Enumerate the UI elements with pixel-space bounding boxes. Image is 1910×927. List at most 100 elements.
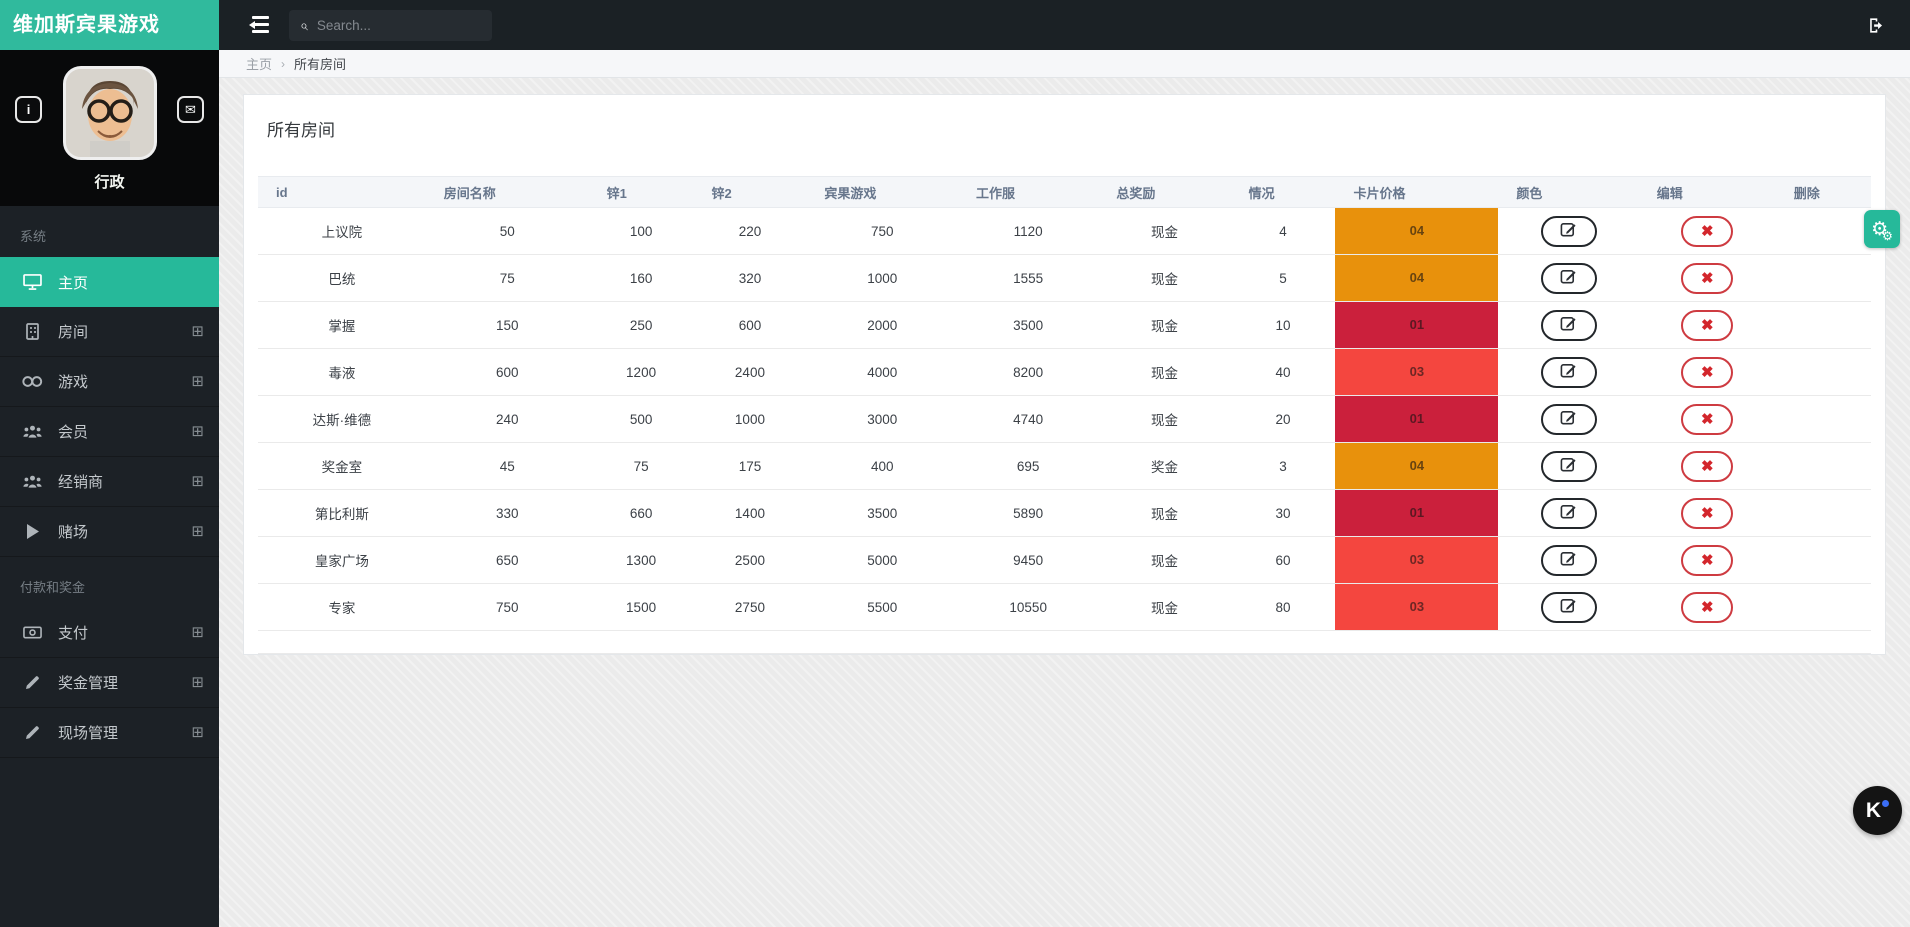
sidebar-item-会员[interactable]: 会员⊞ <box>0 407 219 457</box>
delete-button[interactable]: ✖ <box>1681 310 1733 341</box>
expand-plus-icon[interactable]: ⊞ <box>191 374 204 389</box>
delete-x-icon: ✖ <box>1701 269 1714 287</box>
sidebar-item-label: 赌场 <box>58 521 88 542</box>
value-cell: 2000 <box>806 302 958 349</box>
edit-button[interactable] <box>1541 498 1597 529</box>
sidebar-item-奖金管理[interactable]: 奖金管理⊞ <box>0 658 219 708</box>
edit-cell <box>1498 302 1638 349</box>
edit-button[interactable] <box>1541 263 1597 294</box>
logout-icon[interactable] <box>1867 16 1886 35</box>
room-name-cell: 上议院 <box>258 208 426 255</box>
expand-plus-icon[interactable]: ⊞ <box>191 725 204 740</box>
breadcrumb-home[interactable]: 主页 <box>246 54 272 73</box>
edit-button[interactable] <box>1541 451 1597 482</box>
value-cell: 750 <box>806 208 958 255</box>
column-header-颜色: 颜色 <box>1498 177 1638 208</box>
expand-plus-icon[interactable]: ⊞ <box>191 424 204 439</box>
breadcrumb-separator-icon: › <box>281 57 285 71</box>
search-input[interactable] <box>317 18 467 33</box>
table-row: 皇家广场6501300250050009450现金6003✖ <box>258 537 1871 584</box>
sidebar-item-支付[interactable]: 支付⊞ <box>0 608 219 658</box>
edit-icon <box>1560 268 1577 288</box>
card-price-cell: 04 <box>1335 443 1498 490</box>
sidebar-item-label: 房间 <box>58 321 88 342</box>
delete-button[interactable]: ✖ <box>1681 404 1733 435</box>
column-header-锌2: 锌2 <box>694 177 807 208</box>
delete-button[interactable]: ✖ <box>1681 357 1733 388</box>
expand-plus-icon[interactable]: ⊞ <box>191 675 204 690</box>
sidebar-item-房间[interactable]: 房间 ⊞ <box>0 307 219 357</box>
edit-cell <box>1498 396 1638 443</box>
value-cell: 现金 <box>1098 349 1230 396</box>
column-header-总奖励: 总奖励 <box>1098 177 1230 208</box>
delete-button[interactable]: ✖ <box>1681 263 1733 294</box>
value-cell: 240 <box>426 396 589 443</box>
sidebar-toggle-icon[interactable] <box>245 16 269 34</box>
edit-button[interactable] <box>1541 404 1597 435</box>
desktop-icon <box>21 274 43 290</box>
sidebar-item-赌场[interactable]: 赌场 ⊞ <box>0 507 219 557</box>
app-window: 维加斯宾果游戏 i ✉ 行政 系统主页房间⊞游戏⊞会员⊞经销商⊞赌场⊞ <box>0 0 1910 927</box>
delete-cell: ✖ <box>1639 349 1776 396</box>
delete-button[interactable]: ✖ <box>1681 498 1733 529</box>
edit-icon <box>1560 456 1577 476</box>
value-cell: 500 <box>589 396 694 443</box>
edit-button[interactable] <box>1541 592 1597 623</box>
delete-x-icon: ✖ <box>1701 457 1714 475</box>
settings-panel-button[interactable]: ⚙ ⚙ <box>1864 210 1900 248</box>
card-price-cell: 03 <box>1335 584 1498 631</box>
room-name-cell: 奖金室 <box>258 443 426 490</box>
room-name-cell: 掌握 <box>258 302 426 349</box>
card-price-cell: 03 <box>1335 537 1498 584</box>
expand-plus-icon[interactable]: ⊞ <box>191 625 204 640</box>
value-cell: 20 <box>1231 396 1336 443</box>
value-cell: 75 <box>426 255 589 302</box>
sidebar-item-经销商[interactable]: 经销商 ⊞ <box>0 457 219 507</box>
sidebar-item-label: 经销商 <box>58 471 103 492</box>
mail-icon[interactable]: ✉ <box>177 96 204 123</box>
delete-button[interactable]: ✖ <box>1681 545 1733 576</box>
value-cell: 2500 <box>694 537 807 584</box>
value-cell: 160 <box>589 255 694 302</box>
expand-plus-icon[interactable]: ⊞ <box>191 524 204 539</box>
profile-panel: i ✉ 行政 <box>0 50 219 206</box>
edit-button[interactable] <box>1541 545 1597 576</box>
expand-plus-icon[interactable]: ⊞ <box>191 474 204 489</box>
info-icon[interactable]: i <box>15 96 42 123</box>
delete-button[interactable]: ✖ <box>1681 216 1733 247</box>
sidebar-item-label: 主页 <box>58 272 88 293</box>
gears-icon: ⚙ <box>1882 230 1893 242</box>
sidebar-section-label: 付款和奖金 <box>0 557 219 608</box>
edit-button[interactable] <box>1541 357 1597 388</box>
edit-icon <box>1560 409 1577 429</box>
value-cell: 30 <box>1231 490 1336 537</box>
delete-button[interactable]: ✖ <box>1681 592 1733 623</box>
delete-button[interactable]: ✖ <box>1681 451 1733 482</box>
edit-button[interactable] <box>1541 216 1597 247</box>
empty-cell <box>1776 443 1871 490</box>
sidebar-item-现场管理[interactable]: 现场管理⊞ <box>0 708 219 758</box>
sidebar-item-游戏[interactable]: 游戏⊞ <box>0 357 219 407</box>
card-price-badge: 04 <box>1335 255 1498 301</box>
column-header-情况: 情况 <box>1231 177 1336 208</box>
main-area: ⌕ 主页 › 所有房间 所有房间 <box>219 0 1910 927</box>
edit-cell <box>1498 349 1638 396</box>
table-row: 毒液6001200240040008200现金4003✖ <box>258 349 1871 396</box>
value-cell: 660 <box>589 490 694 537</box>
pencil-icon <box>21 675 43 691</box>
search-box[interactable]: ⌕ <box>289 10 492 41</box>
topbar: ⌕ <box>219 0 1910 50</box>
expand-plus-icon[interactable]: ⊞ <box>191 324 204 339</box>
rooms-table: id房间名称锌1锌2宾果游戏工作服总奖励情况卡片价格颜色编辑删除 上议院5010… <box>258 176 1871 654</box>
card-price-badge: 03 <box>1335 537 1498 583</box>
card-price-cell: 04 <box>1335 208 1498 255</box>
value-cell: 600 <box>426 349 589 396</box>
k-brand-badge[interactable]: K <box>1853 786 1902 835</box>
edit-button[interactable] <box>1541 310 1597 341</box>
sidebar-item-主页[interactable]: 主页 <box>0 257 219 307</box>
edit-cell <box>1498 490 1638 537</box>
delete-cell: ✖ <box>1639 302 1776 349</box>
brand-title: 维加斯宾果游戏 <box>0 0 219 50</box>
column-header-宾果游戏: 宾果游戏 <box>806 177 958 208</box>
value-cell: 50 <box>426 208 589 255</box>
